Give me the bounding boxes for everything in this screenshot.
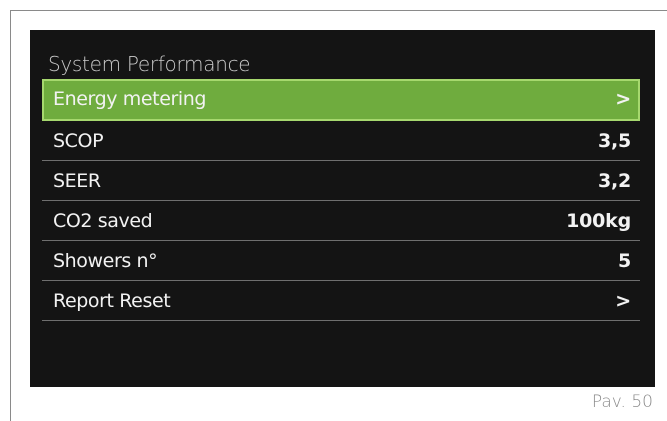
menu-item-label: SEER xyxy=(53,170,101,192)
menu-item-showers[interactable]: Showers n° 5 xyxy=(42,241,640,281)
figure-frame: System Performance Energy metering > SCO… xyxy=(0,0,667,421)
menu-item-value: 3,2 xyxy=(597,170,631,192)
page-label: Pav. 50 xyxy=(591,392,653,412)
menu-item-report-reset[interactable]: Report Reset > xyxy=(42,281,640,321)
frame-top-border xyxy=(10,10,667,11)
device-screen: System Performance Energy metering > SCO… xyxy=(30,30,655,387)
menu-item-label: SCOP xyxy=(53,130,104,152)
screen-title: System Performance xyxy=(48,52,251,76)
menu-list: Energy metering > SCOP 3,5 SEER 3,2 CO2 … xyxy=(42,79,640,321)
frame-left-border xyxy=(10,10,11,421)
menu-item-label: CO2 saved xyxy=(53,210,153,232)
chevron-right-icon: > xyxy=(615,88,631,110)
menu-item-value: 3,5 xyxy=(597,130,631,152)
menu-item-label: Report Reset xyxy=(53,290,171,312)
menu-item-value: 100kg xyxy=(566,210,631,232)
chevron-right-icon: > xyxy=(615,290,631,312)
menu-item-value: 5 xyxy=(617,250,631,272)
menu-item-scop[interactable]: SCOP 3,5 xyxy=(42,121,640,161)
menu-item-label: Energy metering xyxy=(53,88,207,110)
menu-item-energy-metering[interactable]: Energy metering > xyxy=(42,79,640,121)
menu-item-seer[interactable]: SEER 3,2 xyxy=(42,161,640,201)
menu-item-label: Showers n° xyxy=(53,250,158,272)
menu-item-co2-saved[interactable]: CO2 saved 100kg xyxy=(42,201,640,241)
